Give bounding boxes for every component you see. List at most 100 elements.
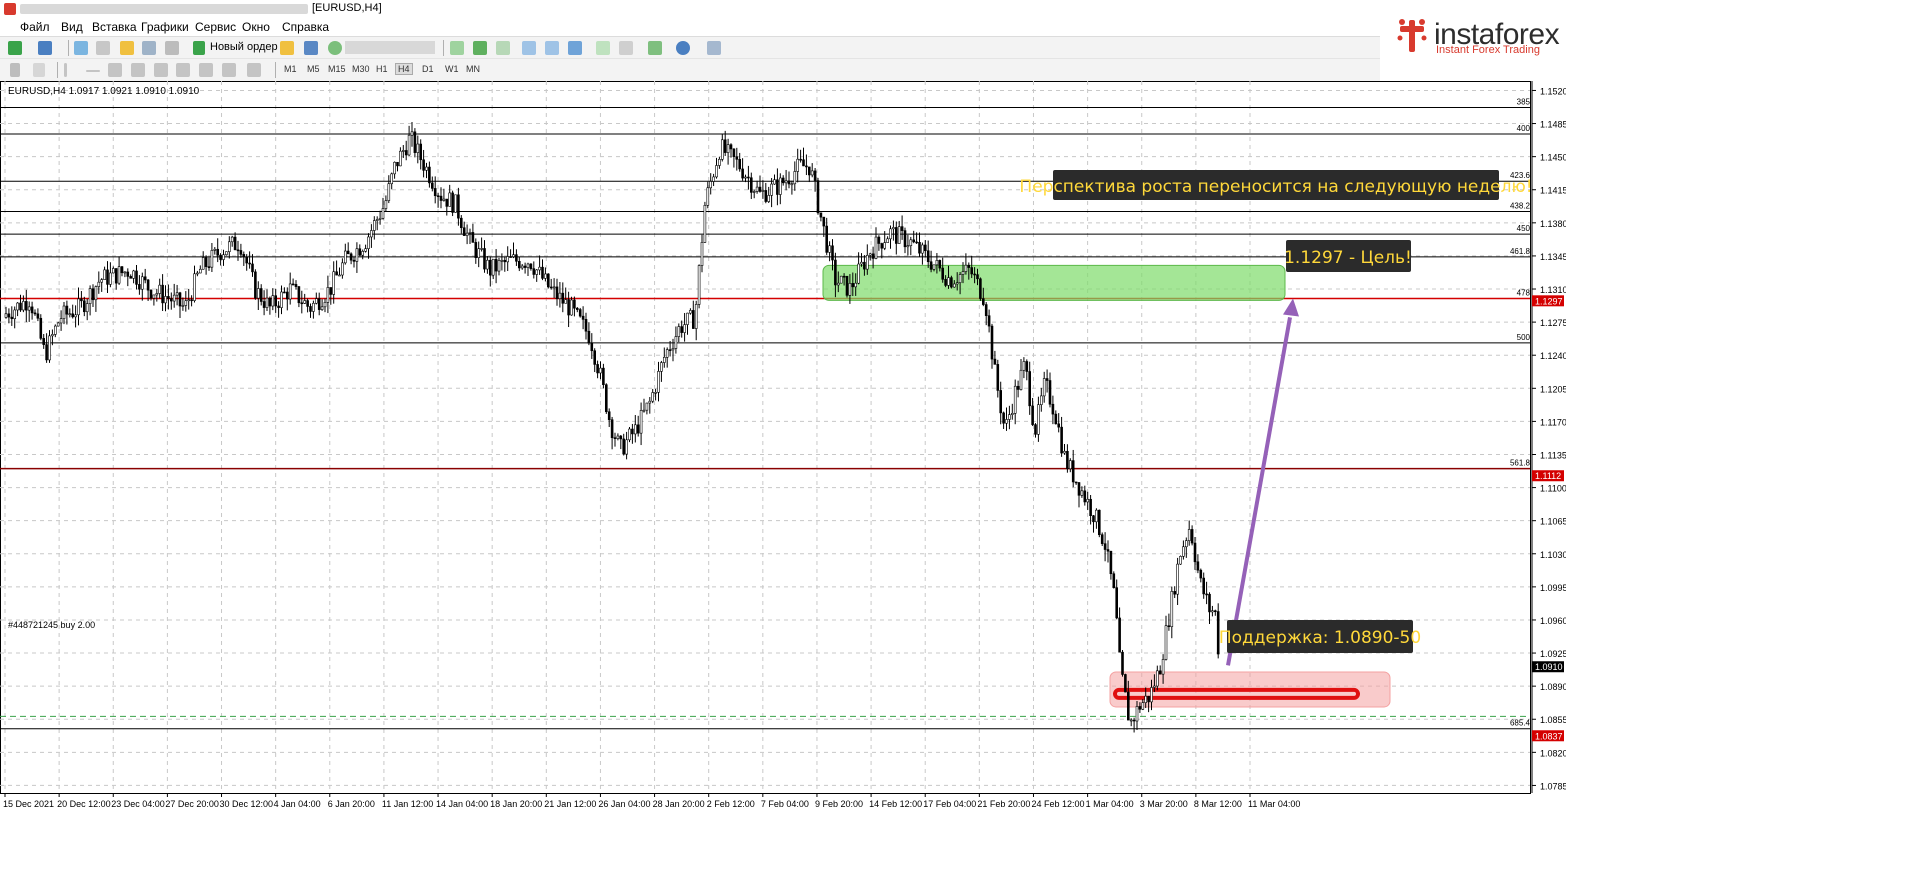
vertical-line-icon[interactable] [64, 63, 67, 77]
candle-body [781, 177, 785, 184]
candle-body [454, 194, 457, 213]
indicators-icon[interactable] [648, 41, 662, 55]
line-chart-icon[interactable] [496, 41, 510, 55]
text-label-icon[interactable] [199, 63, 213, 77]
candle-body [343, 250, 347, 264]
fib-level-label: 478 [1517, 288, 1531, 297]
candle-body [729, 144, 733, 150]
menu-view[interactable]: Вид [61, 20, 83, 34]
cursor-icon[interactable] [10, 63, 20, 77]
autoscroll-icon[interactable] [596, 41, 610, 55]
chart-canvas[interactable]: 385400423.6438.2450461.8478500561.8685.4… [0, 81, 1568, 870]
candle-body [106, 269, 109, 285]
candle-body [761, 190, 765, 192]
expert-advisors-icon[interactable] [280, 41, 294, 55]
signals-icon[interactable] [304, 41, 318, 55]
candle-body [1129, 719, 1133, 722]
menu-help[interactable]: Справка [282, 20, 329, 34]
candle-body [1205, 593, 1208, 596]
tf-m5[interactable]: M5 [307, 64, 320, 74]
candle-body [645, 402, 649, 411]
candle-body [335, 271, 338, 276]
price-tick-label: 1.1520 [1540, 86, 1566, 96]
horizontal-line-icon[interactable] [86, 70, 100, 72]
periods-icon[interactable] [676, 41, 690, 55]
candle-body [999, 390, 1003, 414]
trendline-icon[interactable] [108, 63, 122, 77]
candle-body [865, 254, 869, 270]
candlestick-icon[interactable] [473, 41, 487, 55]
price-tick-label: 1.1310 [1540, 285, 1566, 295]
data-window-icon[interactable] [96, 41, 110, 55]
tile-windows-icon[interactable] [568, 41, 582, 55]
date-tick-label: 23 Dec 04:00 [111, 799, 165, 809]
new-order-button[interactable]: Новый ордер [210, 41, 278, 53]
candle-body [396, 161, 399, 167]
candle-body [355, 248, 359, 262]
candle-body [694, 304, 698, 329]
crosshair-icon[interactable] [33, 63, 45, 77]
menu-tools[interactable]: Сервис [195, 20, 236, 34]
templates-icon[interactable] [707, 41, 721, 55]
menu-charts[interactable]: Графики [141, 20, 189, 34]
tester-icon[interactable] [165, 41, 179, 55]
profiles-icon[interactable] [38, 41, 52, 55]
candle-body [390, 173, 394, 185]
price-chart[interactable]: 385 400 423.6 438.2 450 461.8 478 500 561.8 685.4… [0, 81, 1568, 870]
symbol-header: EURUSD,H4 1.0917 1.0921 1.0910 1.0910 [8, 86, 200, 97]
candle-body [27, 306, 31, 311]
candle-body [436, 195, 440, 198]
new-chart-icon[interactable] [8, 41, 22, 55]
text-icon[interactable] [176, 63, 190, 77]
tf-m30[interactable]: M30 [352, 64, 370, 74]
menu-bar: Файл Вид Вставка Графики Сервис Окно Спр… [0, 18, 1380, 36]
price-tick-label: 1.1380 [1540, 219, 1566, 229]
candle-body [889, 228, 892, 240]
tf-w1[interactable]: W1 [445, 64, 459, 74]
tf-h4[interactable]: H4 [395, 63, 413, 75]
candle-body [407, 134, 411, 156]
candle-body [979, 278, 982, 299]
terminal-icon[interactable] [142, 41, 156, 55]
candle-body [1098, 509, 1101, 535]
menu-window[interactable]: Окно [242, 20, 270, 34]
menu-insert[interactable]: Вставка [92, 20, 137, 34]
arrows-icon[interactable] [222, 63, 236, 77]
candle-body [744, 176, 747, 179]
candle-body [952, 283, 956, 288]
candle-body [297, 286, 301, 304]
date-tick-label: 20 Dec 12:00 [57, 799, 111, 809]
bar-chart-icon[interactable] [450, 41, 464, 55]
candle-body [584, 319, 588, 332]
candle-body [317, 298, 321, 310]
candle-body [767, 195, 771, 202]
fib-level-label: 438.2 [1510, 201, 1531, 210]
candle-body [1080, 490, 1084, 496]
zoom-out-icon[interactable] [545, 41, 559, 55]
candle-body [201, 257, 205, 270]
tf-mn[interactable]: MN [466, 64, 480, 74]
equidistant-channel-icon[interactable] [131, 63, 145, 77]
chart-shift-icon[interactable] [619, 41, 633, 55]
candle-body [39, 317, 43, 339]
tf-m1[interactable]: M1 [284, 64, 297, 74]
tf-d1[interactable]: D1 [422, 64, 434, 74]
price-tick-label: 1.0785 [1540, 781, 1566, 791]
navigator-icon[interactable] [120, 41, 134, 55]
candle-body [712, 176, 715, 182]
candle-body [1051, 403, 1055, 415]
candle-body [773, 179, 776, 185]
tf-m15[interactable]: M15 [328, 64, 346, 74]
market-watch-icon[interactable] [74, 41, 88, 55]
tf-h1[interactable]: H1 [376, 64, 388, 74]
price-tick-label: 1.1450 [1540, 153, 1566, 163]
candle-body [53, 325, 57, 335]
fibonacci-icon[interactable] [154, 63, 168, 77]
brand-tagline: Instant Forex Trading [1436, 44, 1540, 56]
candle-body [230, 236, 234, 243]
zoom-in-icon[interactable] [522, 41, 536, 55]
shapes-icon[interactable] [247, 63, 261, 77]
candle-body [735, 156, 739, 160]
autotrading-icon[interactable] [328, 41, 342, 55]
menu-file[interactable]: Файл [20, 20, 50, 34]
